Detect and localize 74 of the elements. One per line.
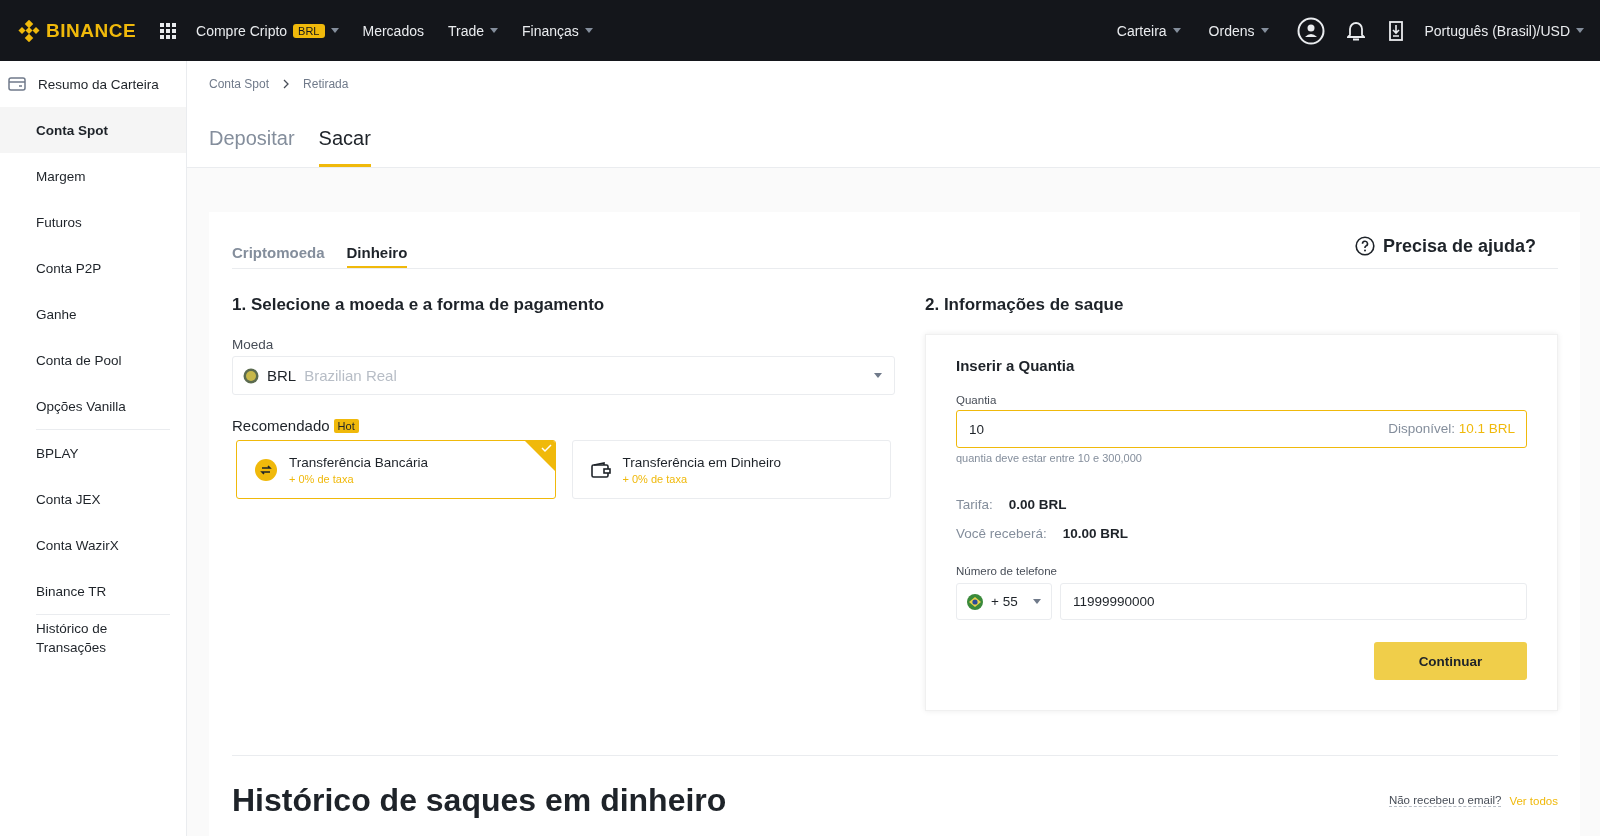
sidebar-item[interactable]: Conta P2P [0, 245, 186, 291]
sidebar-item[interactable]: Opções Vanilla [0, 383, 186, 429]
field-label: Moeda [232, 337, 275, 352]
fee-text: + 0% de taxa [289, 472, 355, 485]
continue-button[interactable]: Continuar [1374, 642, 1527, 680]
field-label: Número de telefone [956, 565, 1058, 577]
sidebar-item[interactable]: Conta Spot [0, 107, 186, 153]
panel-title: Inserir a Quantia [956, 357, 1076, 374]
fee-text: + 0% de taxa [622, 472, 689, 485]
payment-method-card[interactable]: Transferência Bancária + 0% de taxa [236, 440, 556, 499]
nav-link[interactable]: Carteira [1116, 22, 1181, 39]
download-icon[interactable] [1388, 20, 1403, 41]
breadcrumb-link[interactable]: Retirada [303, 77, 349, 91]
nav-link[interactable]: Mercados [362, 22, 424, 39]
nav-link[interactable]: Finanças [522, 22, 593, 39]
sidebar-item[interactable]: Futuros [0, 199, 186, 245]
currency-badge: BRL [293, 23, 325, 38]
caret-icon [490, 28, 499, 33]
method-name: Transferência Bancária [289, 454, 429, 470]
caret-icon [1576, 28, 1584, 33]
currency-select[interactable]: BRL Brazilian Real [232, 356, 895, 395]
sidebar-item[interactable]: Conta de Pool [0, 337, 186, 383]
nav-link[interactable]: Compre Cripto BRL [196, 22, 339, 39]
chevron-right-icon [283, 79, 290, 89]
sidebar-item[interactable]: Ganhe [0, 291, 186, 337]
user-profile-icon[interactable] [1296, 16, 1325, 45]
hint-text: quantia deve estar entre 10 e 300,000 [956, 452, 1143, 464]
page-tab[interactable]: Sacar [318, 127, 371, 167]
coin-icon [243, 367, 259, 384]
help-icon [1354, 236, 1375, 256]
sidebar-item[interactable]: Binance TR [0, 568, 186, 614]
receive-value: 10.00 BRL [1062, 526, 1129, 541]
phone-field[interactable]: 11999990000 [1060, 583, 1527, 620]
selected-check-icon [524, 441, 555, 471]
wallet-icon [8, 77, 26, 91]
sidebar-item[interactable]: Histórico de Transações [0, 615, 186, 661]
email-help-link[interactable]: Não recebeu o email? [1388, 794, 1502, 807]
caret-icon [1260, 28, 1269, 33]
wallet-icon [590, 461, 611, 478]
section-heading: 2. Informações de saque [925, 295, 1125, 315]
caret-icon [874, 373, 882, 378]
caret-icon [330, 28, 339, 33]
fee-label: Tarifa: [956, 497, 993, 512]
payment-method-card[interactable]: Transferência em Dinheiro + 0% de taxa [571, 440, 891, 499]
fee-value: 0.00 BRL [1008, 497, 1067, 512]
sidebar-item[interactable]: Conta WazirX [0, 522, 186, 568]
caret-icon [584, 28, 593, 33]
country-code-select[interactable]: + 55 [956, 583, 1052, 620]
section-heading: 1. Selecione a moeda e a forma de pagamento [232, 295, 606, 315]
caret-icon [1172, 28, 1181, 33]
sidebar-item[interactable]: Margem [0, 153, 186, 199]
method-tab[interactable]: Dinheiro [346, 244, 408, 268]
receive-label: Você receberá: [956, 526, 1047, 541]
logo-icon [18, 19, 40, 42]
nav-link[interactable]: Ordens [1208, 22, 1269, 39]
apps-grid-icon[interactable] [160, 22, 177, 39]
available-balance: Disponível: 10.1 BRL [1388, 421, 1515, 436]
help-link[interactable]: Precisa de ajuda? [1354, 235, 1536, 257]
flag-icon [967, 593, 983, 610]
brand-name[interactable]: BINANCE [46, 19, 137, 42]
sidebar-item[interactable]: BPLAY [0, 430, 186, 476]
nav-link[interactable]: Trade [447, 22, 499, 39]
method-name: Transferência em Dinheiro [622, 454, 782, 470]
history-heading: Histórico de saques em dinheiro [232, 782, 728, 819]
bell-icon[interactable] [1346, 20, 1365, 41]
hot-badge: Hot [333, 418, 359, 433]
exchange-arrows-icon [255, 458, 277, 481]
caret-icon [1033, 599, 1041, 604]
sidebar-item[interactable]: Resumo da Carteira [0, 61, 186, 107]
section-label: Recomendado [232, 417, 330, 434]
breadcrumb-link[interactable]: Conta Spot [209, 77, 270, 91]
nav-link[interactable]: Português (Brasil)/USD [1424, 22, 1584, 39]
field-label: Quantia [956, 394, 998, 406]
sidebar-item[interactable]: Conta JEX [0, 476, 186, 522]
